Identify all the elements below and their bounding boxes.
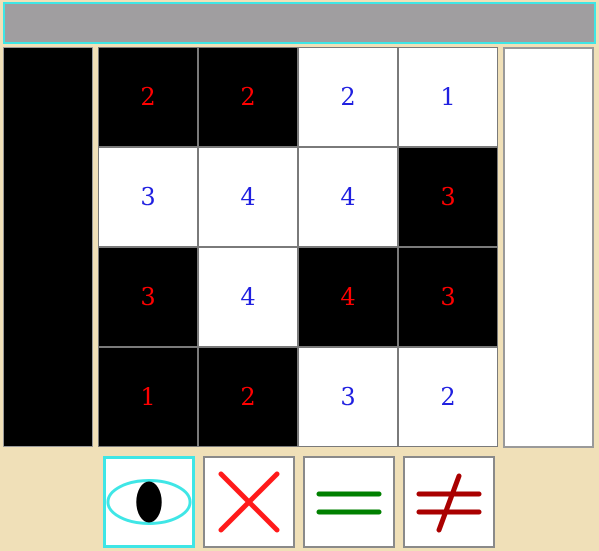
grid-cell[interactable]: 4 — [298, 247, 398, 347]
grid-cell[interactable]: 1 — [398, 47, 498, 147]
equals-icon — [316, 491, 382, 515]
left-panel — [3, 47, 93, 447]
title-bar — [3, 2, 596, 44]
grid-cell[interactable]: 2 — [198, 347, 298, 447]
grid-cell[interactable]: 3 — [398, 247, 498, 347]
grid-cell[interactable]: 2 — [98, 47, 198, 147]
cross-icon — [218, 471, 280, 533]
eye-tool-button[interactable] — [103, 456, 195, 548]
grid-cell[interactable]: 4 — [198, 147, 298, 247]
grid-cell[interactable]: 2 — [298, 47, 398, 147]
grid-cell[interactable]: 3 — [98, 247, 198, 347]
grid-cell[interactable]: 1 — [98, 347, 198, 447]
puzzle-grid: 2221344334431232 — [98, 47, 499, 448]
grid-cell[interactable]: 2 — [198, 47, 298, 147]
grid-cell[interactable]: 3 — [98, 147, 198, 247]
grid-cell[interactable]: 4 — [198, 247, 298, 347]
grid-cell[interactable]: 4 — [298, 147, 398, 247]
grid-cell[interactable]: 3 — [398, 147, 498, 247]
not-equal-icon — [416, 473, 482, 533]
not-equal-tool-button[interactable] — [403, 456, 495, 548]
grid-cell[interactable]: 3 — [298, 347, 398, 447]
cross-tool-button[interactable] — [203, 456, 295, 548]
grid-cell[interactable]: 2 — [398, 347, 498, 447]
right-panel — [503, 47, 594, 448]
equals-tool-button[interactable] — [303, 456, 395, 548]
eye-icon — [106, 479, 192, 525]
